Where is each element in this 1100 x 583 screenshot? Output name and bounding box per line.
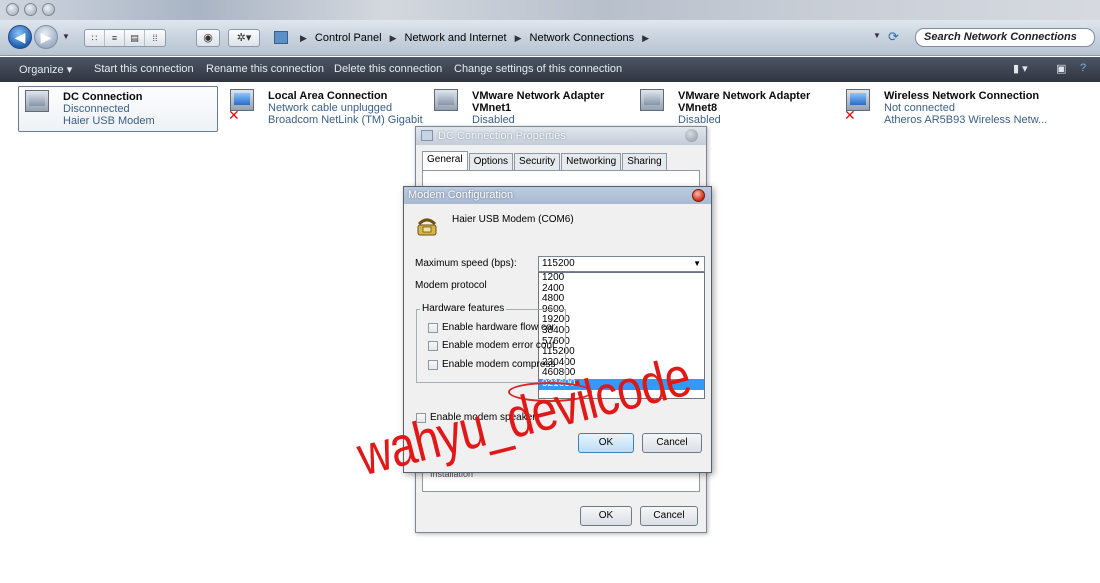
properties-title: DC Connection Properties — [438, 130, 566, 142]
chevron-down-icon[interactable]: ▼ — [693, 259, 701, 268]
disconnected-x-icon: ✕ — [228, 107, 240, 123]
address-dropdown-icon[interactable]: ▼ — [873, 31, 881, 40]
ok-button[interactable]: OK — [580, 506, 632, 526]
properties-tabs: General Options Security Networking Shar… — [422, 151, 668, 170]
close-icon[interactable] — [692, 189, 705, 202]
help-icon[interactable]: ? — [1080, 62, 1086, 74]
rename-connection-button[interactable]: Rename this connection — [206, 63, 324, 75]
command-bar: Organize ▾ Start this connection Rename … — [0, 57, 1100, 82]
hardware-flow-control-checkbox[interactable] — [428, 323, 438, 333]
compression-label: Enable modem compressio — [442, 359, 555, 370]
modem-titlebar: Modem Configuration — [404, 187, 711, 204]
connection-lan[interactable]: ✕ Local Area Connection Network cable un… — [224, 86, 423, 132]
network-icon — [421, 130, 433, 141]
connection-device: Haier USB Modem — [63, 115, 155, 127]
connection-wireless[interactable]: ✕ Wireless Network Connection Not connec… — [840, 86, 1060, 132]
hardware-features-label: Hardware features — [420, 303, 507, 314]
delete-connection-button[interactable]: Delete this connection — [334, 63, 442, 75]
error-control-label: Enable modem error contro — [442, 340, 555, 351]
preview-pane-icon[interactable]: ▣ — [1056, 62, 1066, 75]
tiles-view-icon[interactable]: ⁞⁞ — [145, 30, 165, 46]
connection-name: VMware Network Adapter — [472, 90, 605, 102]
modem-device-name: Haier USB Modem (COM6) — [452, 214, 574, 225]
start-connection-button[interactable]: Start this connection — [94, 63, 194, 75]
connection-status: Disabled — [472, 114, 515, 126]
breadcrumb-separator-icon[interactable]: ▶ — [390, 33, 397, 44]
connection-name-line2: VMnet1 — [472, 102, 512, 114]
refresh-icon[interactable]: ⟳ — [888, 29, 899, 45]
connection-name: VMware Network Adapter — [678, 90, 811, 102]
tab-security[interactable]: Security — [514, 153, 561, 170]
forward-button[interactable]: ▶ — [34, 25, 58, 49]
tab-general[interactable]: General — [422, 151, 468, 170]
window-titlebar — [0, 0, 1100, 20]
change-view-icon[interactable]: ▮ ▾ — [1013, 62, 1028, 75]
connection-name: DC Connection — [63, 91, 143, 103]
breadcrumb-separator-icon[interactable]: ▶ — [300, 33, 307, 44]
details-view-icon[interactable]: ▤ — [125, 30, 145, 46]
max-speed-select[interactable]: 115200 ▼ — [538, 256, 705, 272]
search-input[interactable]: Search Network Connections — [915, 28, 1095, 47]
cancel-button[interactable]: Cancel — [640, 506, 698, 526]
connection-name: Local Area Connection — [268, 90, 388, 102]
connection-status: Disabled — [678, 114, 721, 126]
close-icon[interactable] — [685, 129, 698, 142]
error-control-checkbox[interactable] — [428, 341, 438, 351]
connection-status: Not connected — [884, 102, 955, 114]
breadcrumb-network-connections[interactable]: Network Connections — [530, 32, 635, 44]
ok-button[interactable]: OK — [578, 433, 634, 453]
lan-icon: ✕ — [228, 89, 258, 123]
phone-icon — [417, 218, 437, 236]
gear-icon[interactable]: ✲▾ — [229, 30, 259, 46]
cancel-button[interactable]: Cancel — [642, 433, 702, 453]
tab-options[interactable]: Options — [468, 153, 514, 170]
max-speed-value: 115200 — [542, 258, 575, 269]
search-placeholder: Search Network Connections — [924, 31, 1077, 43]
eye-icon[interactable]: ◉ — [197, 30, 219, 46]
connection-status: Disconnected — [63, 103, 130, 115]
breadcrumb-control-panel[interactable]: Control Panel — [315, 32, 382, 44]
breadcrumb-separator-icon[interactable]: ▶ — [642, 33, 649, 44]
modem-protocol-label: Modem protocol — [415, 280, 487, 291]
properties-titlebar: DC Connection Properties — [416, 127, 706, 145]
window-maximize-icon[interactable] — [24, 3, 37, 16]
connection-device: Atheros AR5B93 Wireless Netw... — [884, 114, 1048, 126]
view-toggle-group: ∷ ≡ ▤ ⁞⁞ — [84, 29, 166, 47]
icons-view-icon[interactable]: ∷ — [85, 30, 105, 46]
disconnected-x-icon: ✕ — [844, 107, 856, 123]
breadcrumb-separator-icon[interactable]: ▶ — [515, 33, 522, 44]
organize-menu[interactable]: Organize ▾ — [19, 63, 72, 76]
modem-title: Modem Configuration — [408, 189, 514, 201]
breadcrumb: ▶ Control Panel ▶ Network and Internet ▶… — [292, 28, 657, 48]
connection-device: Broadcom NetLink (TM) Gigabit — [268, 114, 423, 126]
speed-option[interactable]: 1200 — [539, 273, 704, 284]
recent-pages-dropdown-icon[interactable]: ▼ — [62, 32, 70, 41]
hardware-flow-control-label: Enable hardware flow con — [442, 322, 555, 333]
preview-button-group: ◉ — [196, 29, 220, 47]
connection-status: Network cable unplugged — [268, 102, 393, 114]
max-speed-label: Maximum speed (bps): — [415, 258, 517, 269]
connection-dc[interactable]: DC Connection Disconnected Haier USB Mod… — [18, 86, 218, 132]
modem-icon — [23, 90, 53, 120]
tab-networking[interactable]: Networking — [561, 153, 622, 170]
wireless-icon: ✕ — [844, 89, 874, 123]
address-bar: ◀ ▶ ▼ ∷ ≡ ▤ ⁞⁞ ◉ ✲▾ ▶ Control Panel ▶ Ne… — [0, 20, 1100, 56]
breadcrumb-network-and-internet[interactable]: Network and Internet — [405, 32, 507, 44]
back-button[interactable]: ◀ — [8, 25, 32, 49]
tab-sharing[interactable]: Sharing — [622, 153, 667, 170]
list-view-icon[interactable]: ≡ — [105, 30, 125, 46]
window-minimize-icon[interactable] — [6, 3, 19, 16]
compression-checkbox[interactable] — [428, 360, 438, 370]
connection-name-line2: VMnet8 — [678, 102, 718, 114]
settings-button-group: ✲▾ — [228, 29, 260, 47]
change-settings-button[interactable]: Change settings of this connection — [454, 63, 622, 75]
connection-name: Wireless Network Connection — [884, 90, 1040, 102]
network-adapter-icon — [432, 89, 462, 119]
network-adapter-icon — [638, 89, 668, 119]
control-panel-icon — [274, 31, 288, 44]
window-close-icon[interactable] — [42, 3, 55, 16]
